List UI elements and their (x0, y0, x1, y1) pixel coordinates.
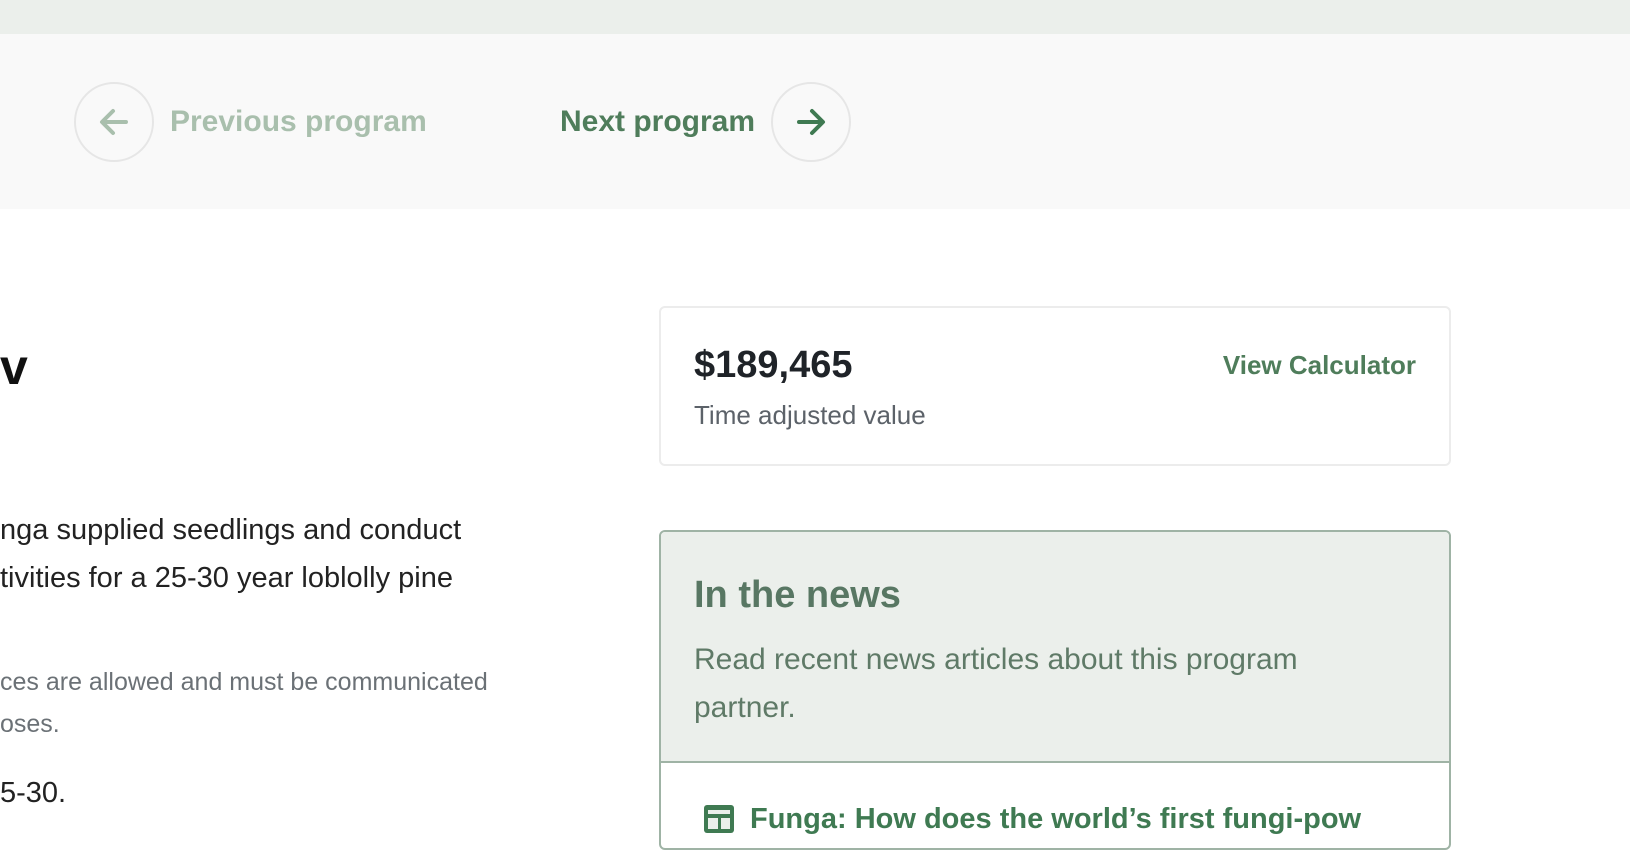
description-line: nga supplied seedlings and conduct (0, 514, 462, 546)
top-strip (0, 0, 1630, 34)
program-description: nga supplied seedlings and conduct tivit… (0, 506, 560, 602)
news-article-title: Funga: How does the world’s first fungi-… (750, 802, 1362, 835)
previous-button-circle[interactable] (74, 82, 154, 162)
time-adjusted-value-caption: Time adjusted value (694, 400, 926, 430)
previous-program-link[interactable]: Previous program (74, 82, 427, 162)
arrow-right-icon (797, 109, 826, 135)
program-title-fragment: v (0, 339, 28, 395)
program-note: ces are allowed and must be communicated… (0, 661, 560, 745)
description-line: tivities for a 25-30 year loblolly pine (0, 562, 453, 594)
newspaper-icon (704, 805, 734, 833)
program-navigation-bar: Previous program Next program (0, 34, 1630, 209)
view-calculator-link[interactable]: View Calculator (1223, 350, 1416, 381)
next-program-link[interactable]: Next program (560, 82, 852, 162)
news-header: In the news Read recent news articles ab… (661, 532, 1449, 763)
news-article-link[interactable]: Funga: How does the world’s first fungi-… (702, 802, 1361, 836)
news-card: In the news Read recent news articles ab… (659, 530, 1451, 850)
value-card: $189,465 Time adjusted value View Calcul… (659, 306, 1451, 466)
next-program-label: Next program (560, 105, 756, 138)
news-title: In the news (694, 574, 901, 616)
time-adjusted-value-amount: $189,465 (694, 344, 853, 386)
term-range-fragment: 5-30. (0, 777, 67, 809)
previous-program-label: Previous program (170, 105, 427, 138)
next-button-circle[interactable] (771, 82, 852, 162)
note-line: ces are allowed and must be communicated (0, 668, 488, 696)
arrow-left-icon (100, 109, 128, 135)
note-line: oses. (0, 710, 60, 738)
news-description: Read recent news articles about this pro… (694, 643, 1298, 724)
